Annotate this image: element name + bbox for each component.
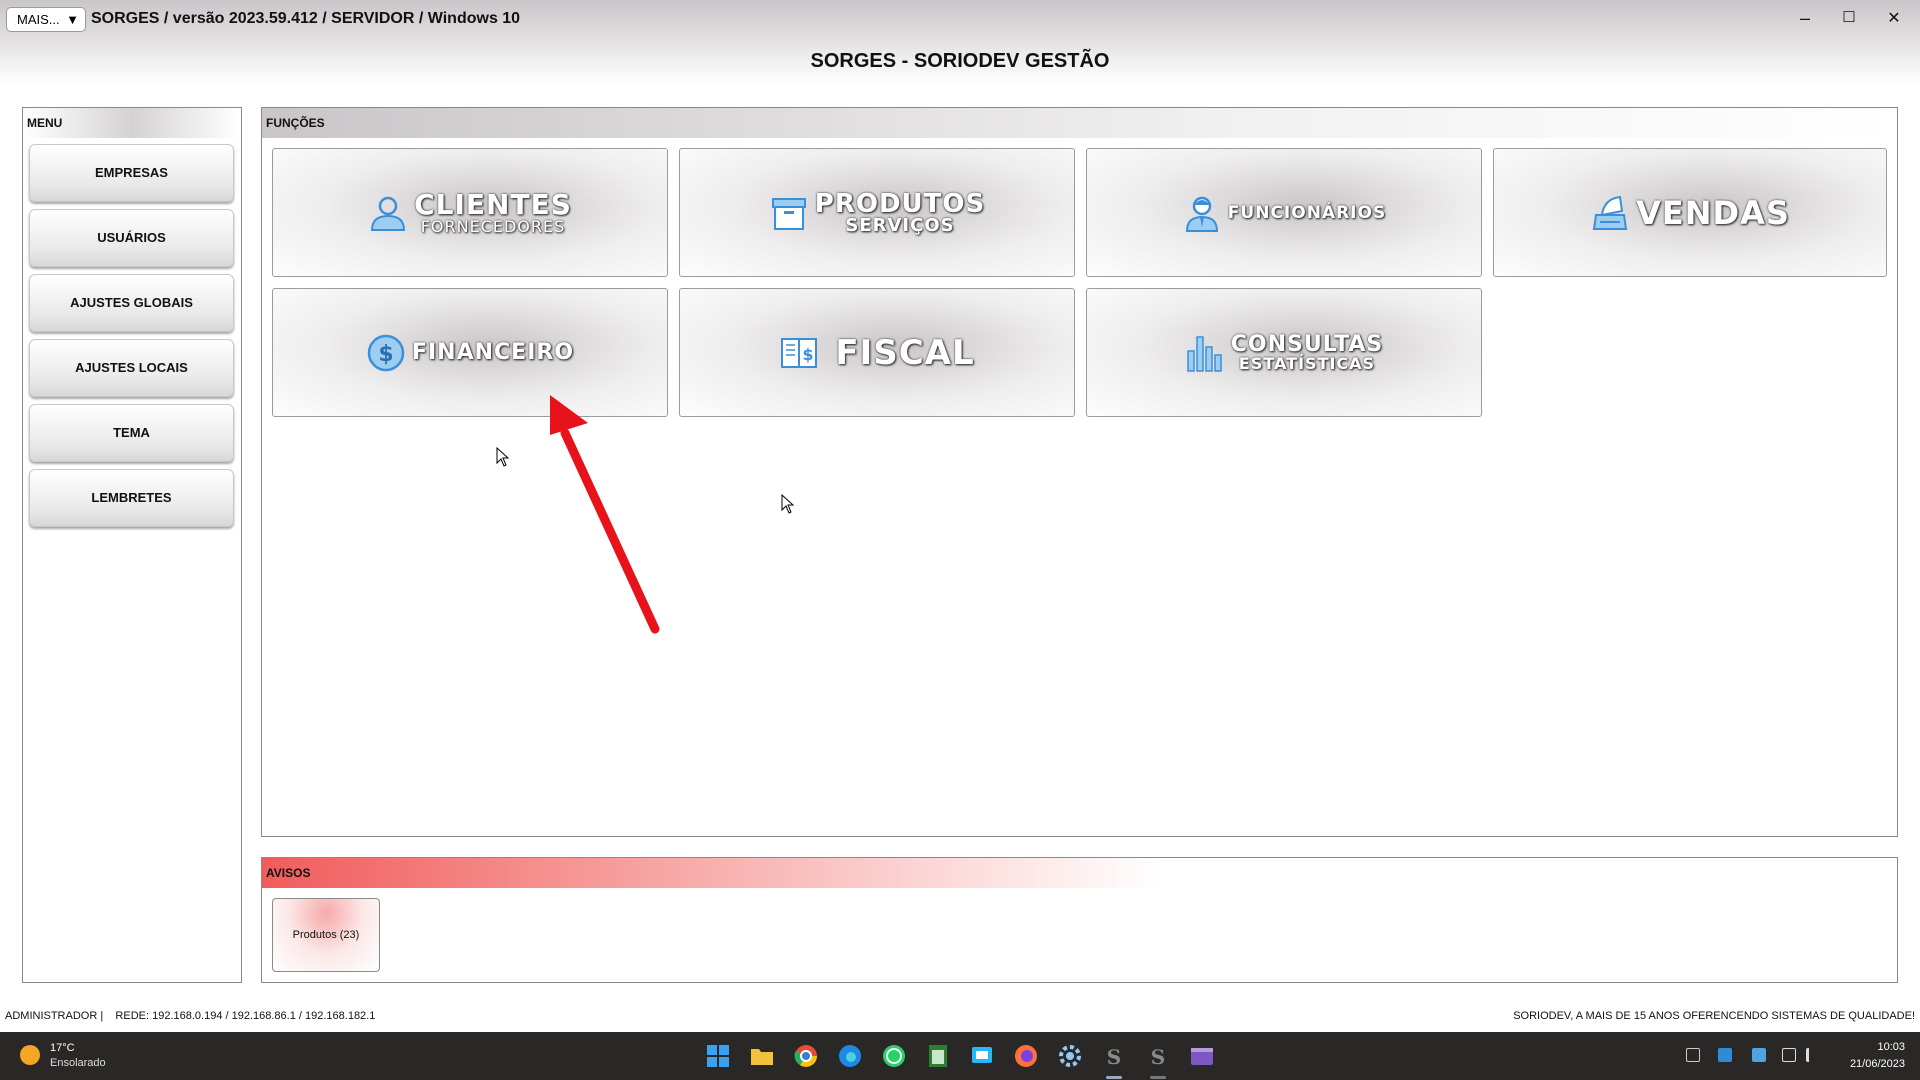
- weather-temperature[interactable]: 17°C: [50, 1042, 75, 1054]
- running-app-indicator: [1150, 1076, 1166, 1079]
- menu-button-lembretes[interactable]: LEMBRETES: [29, 469, 234, 527]
- svg-text:S: S: [1107, 1045, 1121, 1069]
- dollar-coin-icon: $: [367, 334, 405, 371]
- close-button[interactable]: ✕: [1879, 8, 1909, 34]
- tile-consultas-title: CONSULTAS: [1230, 331, 1384, 357]
- chrome-icon[interactable]: [792, 1042, 820, 1070]
- tile-consultas[interactable]: CONSULTAS ESTATÍSTICAS: [1086, 288, 1482, 417]
- whatsapp-icon[interactable]: [880, 1042, 908, 1070]
- usb-icon[interactable]: [1686, 1048, 1700, 1062]
- mouse-cursor-icon: [496, 447, 510, 467]
- tile-fiscal[interactable]: $ FISCAL: [679, 288, 1075, 417]
- menu-button-ajustes-locais[interactable]: AJUSTES LOCAIS: [29, 339, 234, 397]
- sorges-app-icon[interactable]: S: [1144, 1042, 1172, 1070]
- menu-button-ajustes-globais[interactable]: AJUSTES GLOBAIS: [29, 274, 234, 332]
- menu-panel: MENU EMPRESAS USUÁRIOS AJUSTES GLOBAIS A…: [22, 107, 242, 983]
- functions-panel: FUNÇÕES CLIENTES FORNECEDORES PRODUTOS S…: [261, 107, 1898, 837]
- clock-date[interactable]: 21/06/2023: [1850, 1058, 1905, 1070]
- tile-clientes-title: CLIENTES: [414, 187, 572, 221]
- aviso-produtos-button[interactable]: Produtos (23): [272, 898, 380, 972]
- red-arrow-annotation: [550, 395, 660, 634]
- network-icon[interactable]: [1782, 1048, 1796, 1062]
- taskbar: 17°C Ensolarado S S 10:03 21/06/2023: [0, 1032, 1920, 1080]
- sun-weather-icon[interactable]: [20, 1045, 40, 1065]
- settings-gear-icon[interactable]: [1056, 1042, 1084, 1070]
- mais-dropdown-button[interactable]: MAIS... ▼: [6, 7, 86, 32]
- app-title: SORGES - SORIODEV GESTÃO: [810, 50, 1110, 72]
- file-explorer-icon[interactable]: [748, 1042, 776, 1070]
- tile-vendas-title: VENDAS: [1636, 193, 1790, 232]
- windows-start-icon[interactable]: [704, 1042, 732, 1070]
- weather-description[interactable]: Ensolarado: [50, 1057, 106, 1069]
- video-editor-icon[interactable]: [1188, 1042, 1216, 1070]
- cloud-icon[interactable]: [1752, 1048, 1766, 1062]
- edge-icon[interactable]: [836, 1042, 864, 1070]
- tile-consultas-subtitle: ESTATÍSTICAS: [1238, 353, 1376, 373]
- employee-icon: [1185, 196, 1218, 232]
- minimize-button[interactable]: –: [1790, 8, 1820, 34]
- firefox-icon[interactable]: [1012, 1042, 1040, 1070]
- active-app-indicator: [1106, 1076, 1122, 1079]
- person-icon: [371, 196, 406, 231]
- tile-funcionarios[interactable]: FUNCIONÁRIOS: [1086, 148, 1482, 277]
- avisos-panel: AVISOS Produtos (23): [261, 857, 1898, 983]
- maximize-button[interactable]: ☐: [1834, 8, 1864, 34]
- menu-button-usuarios[interactable]: USUÁRIOS: [29, 209, 234, 267]
- tile-vendas[interactable]: VENDAS: [1493, 148, 1887, 277]
- box-icon: [771, 197, 806, 230]
- tile-produtos-title: PRODUTOS: [814, 188, 986, 219]
- cash-register-icon: [1592, 195, 1628, 230]
- tile-fiscal-title: FISCAL: [835, 332, 975, 373]
- mouse-cursor-icon: [781, 494, 795, 514]
- svg-text:$: $: [378, 342, 393, 367]
- menu-button-tema[interactable]: TEMA: [29, 404, 234, 462]
- spreadsheet-icon[interactable]: [924, 1042, 952, 1070]
- clock-time[interactable]: 10:03: [1877, 1041, 1905, 1053]
- status-slogan: SORIODEV, A MAIS DE 15 ANOS OFERENCENDO …: [1513, 1010, 1915, 1022]
- fiscal-book-icon: $: [781, 337, 818, 368]
- volume-icon[interactable]: [1806, 1048, 1820, 1062]
- tile-clientes[interactable]: CLIENTES FORNECEDORES: [272, 148, 668, 277]
- security-shield-icon[interactable]: [1718, 1048, 1732, 1062]
- sorges-app-icon[interactable]: S: [1100, 1042, 1128, 1070]
- status-user-network: ADMINISTRADOR | REDE: 192.168.0.194 / 19…: [5, 1010, 376, 1022]
- menu-header: MENU: [23, 108, 241, 138]
- bar-chart-icon: [1186, 335, 1222, 372]
- functions-header: FUNÇÕES: [262, 108, 1897, 138]
- mais-label: MAIS...: [17, 12, 60, 27]
- chevron-down-icon: ▼: [66, 12, 79, 27]
- tile-produtos[interactable]: PRODUTOS SERVIÇOS: [679, 148, 1075, 277]
- tile-financeiro-title: FINANCEIRO: [411, 340, 575, 365]
- menu-button-empresas[interactable]: EMPRESAS: [29, 144, 234, 202]
- tile-funcionarios-title: FUNCIONÁRIOS: [1227, 202, 1387, 223]
- svg-text:$: $: [803, 345, 814, 364]
- remote-access-icon[interactable]: [968, 1042, 996, 1070]
- svg-text:S: S: [1151, 1045, 1165, 1069]
- tile-produtos-subtitle: SERVIÇOS: [845, 214, 955, 236]
- avisos-header: AVISOS: [262, 858, 1897, 888]
- tile-clientes-subtitle: FORNECEDORES: [420, 216, 566, 236]
- window-title: SORGES / versão 2023.59.412 / SERVIDOR /…: [91, 10, 521, 27]
- title-bar: MAIS... ▼ SORGES / versão 2023.59.412 / …: [0, 0, 1920, 40]
